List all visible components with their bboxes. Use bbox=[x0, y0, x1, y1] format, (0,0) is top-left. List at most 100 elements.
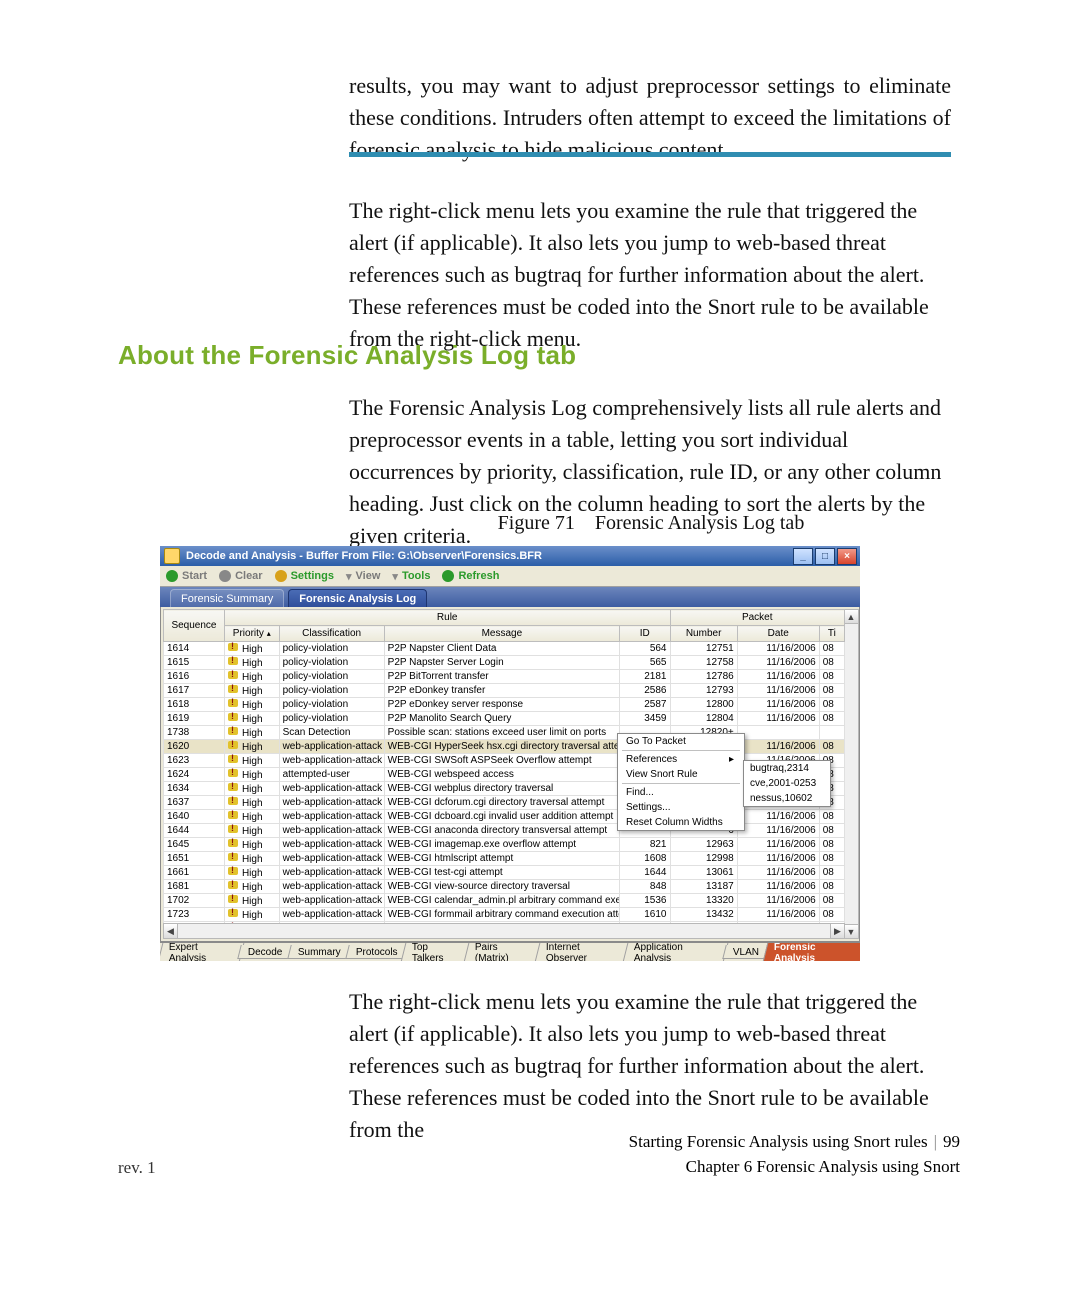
col-group-packet[interactable]: Packet bbox=[670, 610, 845, 626]
toolbar-view[interactable]: ▾View bbox=[346, 570, 380, 583]
scroll-right-icon[interactable]: ▶ bbox=[830, 924, 844, 938]
priority-high-icon bbox=[228, 768, 240, 778]
revision-text: rev. 1 bbox=[118, 1158, 156, 1178]
priority-high-icon bbox=[228, 810, 240, 820]
top-tab-strip: Forensic Summary Forensic Analysis Log bbox=[160, 587, 860, 607]
priority-high-icon bbox=[228, 726, 240, 736]
ctx-go-to-packet[interactable]: Go To Packet bbox=[618, 734, 744, 749]
priority-high-icon bbox=[228, 824, 240, 834]
app-icon bbox=[164, 548, 180, 564]
table-row[interactable]: 1615Highpolicy-violationP2P Napster Serv… bbox=[164, 656, 845, 670]
body-paragraph-after-figure: The right-click menu lets you examine th… bbox=[349, 986, 951, 1145]
scroll-up-icon[interactable]: ▲ bbox=[844, 610, 858, 624]
table-row[interactable]: 1702Highweb-application-attackWEB-CGI ca… bbox=[164, 894, 845, 908]
ctx-references[interactable]: References▸ bbox=[618, 752, 744, 767]
priority-high-icon bbox=[228, 642, 240, 652]
col-sequence[interactable]: Sequence bbox=[164, 610, 225, 642]
priority-high-icon bbox=[228, 866, 240, 876]
ref-cve[interactable]: cve,2001-0253 bbox=[744, 776, 830, 791]
bottom-tab[interactable]: Internet Observer bbox=[534, 942, 632, 961]
priority-high-icon bbox=[228, 740, 240, 750]
bottom-tab[interactable]: Decode bbox=[238, 945, 294, 959]
ref-bugtraq[interactable]: bugtraq,2314 bbox=[744, 761, 830, 776]
priority-high-icon bbox=[228, 880, 240, 890]
play-icon bbox=[166, 570, 178, 582]
figure-caption: Figure 71 Forensic Analysis Log tab bbox=[350, 512, 952, 535]
table-row[interactable]: 1619Highpolicy-violationP2P Manolito Sea… bbox=[164, 712, 845, 726]
gear-icon bbox=[275, 570, 287, 582]
context-submenu-references[interactable]: bugtraq,2314 cve,2001-0253 nessus,10602 bbox=[743, 760, 831, 807]
bottom-tab[interactable]: VLAN bbox=[722, 945, 770, 959]
col-number[interactable]: Number bbox=[670, 626, 737, 642]
refresh-icon bbox=[442, 570, 454, 582]
priority-high-icon bbox=[228, 712, 240, 722]
toolbar-clear[interactable]: Clear bbox=[219, 570, 263, 582]
body-paragraph-mid: The right-click menu lets you examine th… bbox=[349, 195, 951, 354]
table-row[interactable]: 1618Highpolicy-violationP2P eDonkey serv… bbox=[164, 698, 845, 712]
table-row[interactable]: 1681Highweb-application-attackWEB-CGI vi… bbox=[164, 880, 845, 894]
clear-icon bbox=[219, 570, 231, 582]
priority-high-icon bbox=[228, 698, 240, 708]
col-message[interactable]: Message bbox=[384, 626, 619, 642]
priority-high-icon bbox=[228, 838, 240, 848]
ctx-find[interactable]: Find... bbox=[618, 785, 744, 800]
window-close-button[interactable]: × bbox=[837, 548, 857, 565]
priority-high-icon bbox=[228, 782, 240, 792]
bottom-tab[interactable]: Forensic Analysis bbox=[762, 942, 860, 961]
col-classification[interactable]: Classification bbox=[279, 626, 384, 642]
page-footer: Starting Forensic Analysis using Snort r… bbox=[629, 1130, 960, 1179]
priority-high-icon bbox=[228, 684, 240, 694]
bottom-tab[interactable]: Pairs (Matrix) bbox=[463, 942, 543, 961]
context-menu[interactable]: Go To Packet References▸ View Snort Rule… bbox=[617, 733, 745, 831]
table-row[interactable]: 1617Highpolicy-violationP2P eDonkey tran… bbox=[164, 684, 845, 698]
funnel-icon: ▾ bbox=[392, 570, 398, 583]
priority-high-icon bbox=[228, 908, 240, 918]
toolbar-tools[interactable]: ▾Tools bbox=[392, 570, 430, 583]
priority-high-icon bbox=[228, 656, 240, 666]
bottom-tab[interactable]: Protocols bbox=[345, 945, 408, 959]
screenshot-window: Decode and Analysis - Buffer From File: … bbox=[160, 546, 860, 959]
col-time[interactable]: Ti bbox=[819, 626, 844, 642]
grid-wrapper: ▲ ▼ Sequence Rule Packet Priority ▴ bbox=[160, 607, 860, 942]
col-date[interactable]: Date bbox=[737, 626, 819, 642]
ctx-view-snort-rule[interactable]: View Snort Rule bbox=[618, 767, 744, 782]
vertical-scrollbar[interactable]: ▲ ▼ bbox=[843, 609, 859, 939]
toolbar: Start Clear Settings ▾View ▾Tools Refres… bbox=[160, 566, 860, 587]
col-id[interactable]: ID bbox=[620, 626, 670, 642]
funnel-icon: ▾ bbox=[346, 570, 352, 583]
bottom-tab[interactable]: Application Analysis bbox=[622, 942, 730, 961]
priority-high-icon bbox=[228, 796, 240, 806]
priority-high-icon bbox=[228, 670, 240, 680]
toolbar-refresh[interactable]: Refresh bbox=[442, 570, 499, 582]
priority-high-icon bbox=[228, 852, 240, 862]
table-row[interactable]: 1651Highweb-application-attackWEB-CGI ht… bbox=[164, 852, 845, 866]
window-maximize-button[interactable]: □ bbox=[815, 548, 835, 565]
ctx-reset-columns[interactable]: Reset Column Widths bbox=[618, 815, 744, 830]
col-priority[interactable]: Priority ▴ bbox=[224, 626, 279, 642]
priority-high-icon bbox=[228, 894, 240, 904]
ref-nessus[interactable]: nessus,10602 bbox=[744, 791, 830, 806]
table-row[interactable]: 1661Highweb-application-attackWEB-CGI te… bbox=[164, 866, 845, 880]
chevron-right-icon: ▸ bbox=[729, 754, 734, 765]
table-row[interactable]: 1616Highpolicy-violationP2P BitTorrent t… bbox=[164, 670, 845, 684]
table-row[interactable]: 1645Highweb-application-attackWEB-CGI im… bbox=[164, 838, 845, 852]
toolbar-start[interactable]: Start bbox=[166, 570, 207, 582]
ctx-settings[interactable]: Settings... bbox=[618, 800, 744, 815]
horizontal-scrollbar[interactable]: ◀ ▶ bbox=[163, 923, 845, 939]
table-row[interactable]: 1723Highweb-application-attackWEB-CGI fo… bbox=[164, 908, 845, 922]
bottom-tab[interactable]: Summary bbox=[287, 945, 351, 959]
bottom-tab[interactable]: Top Talkers bbox=[400, 942, 472, 961]
window-titlebar: Decode and Analysis - Buffer From File: … bbox=[160, 546, 860, 566]
tab-forensic-summary[interactable]: Forensic Summary bbox=[170, 589, 284, 607]
scroll-left-icon[interactable]: ◀ bbox=[164, 924, 178, 938]
bottom-tab-strip: Expert AnalysisDecodeSummaryProtocolsTop… bbox=[160, 942, 860, 961]
table-row[interactable]: 1614Highpolicy-violationP2P Napster Clie… bbox=[164, 642, 845, 656]
window-minimize-button[interactable]: _ bbox=[793, 548, 813, 565]
tab-forensic-analysis-log[interactable]: Forensic Analysis Log bbox=[288, 589, 427, 607]
section-divider bbox=[349, 152, 951, 157]
window-title: Decode and Analysis - Buffer From File: … bbox=[186, 550, 542, 562]
scroll-down-icon[interactable]: ▼ bbox=[844, 924, 858, 938]
toolbar-settings[interactable]: Settings bbox=[275, 570, 334, 582]
bottom-tab[interactable]: Expert Analysis bbox=[160, 942, 246, 961]
col-group-rule[interactable]: Rule bbox=[224, 610, 670, 626]
